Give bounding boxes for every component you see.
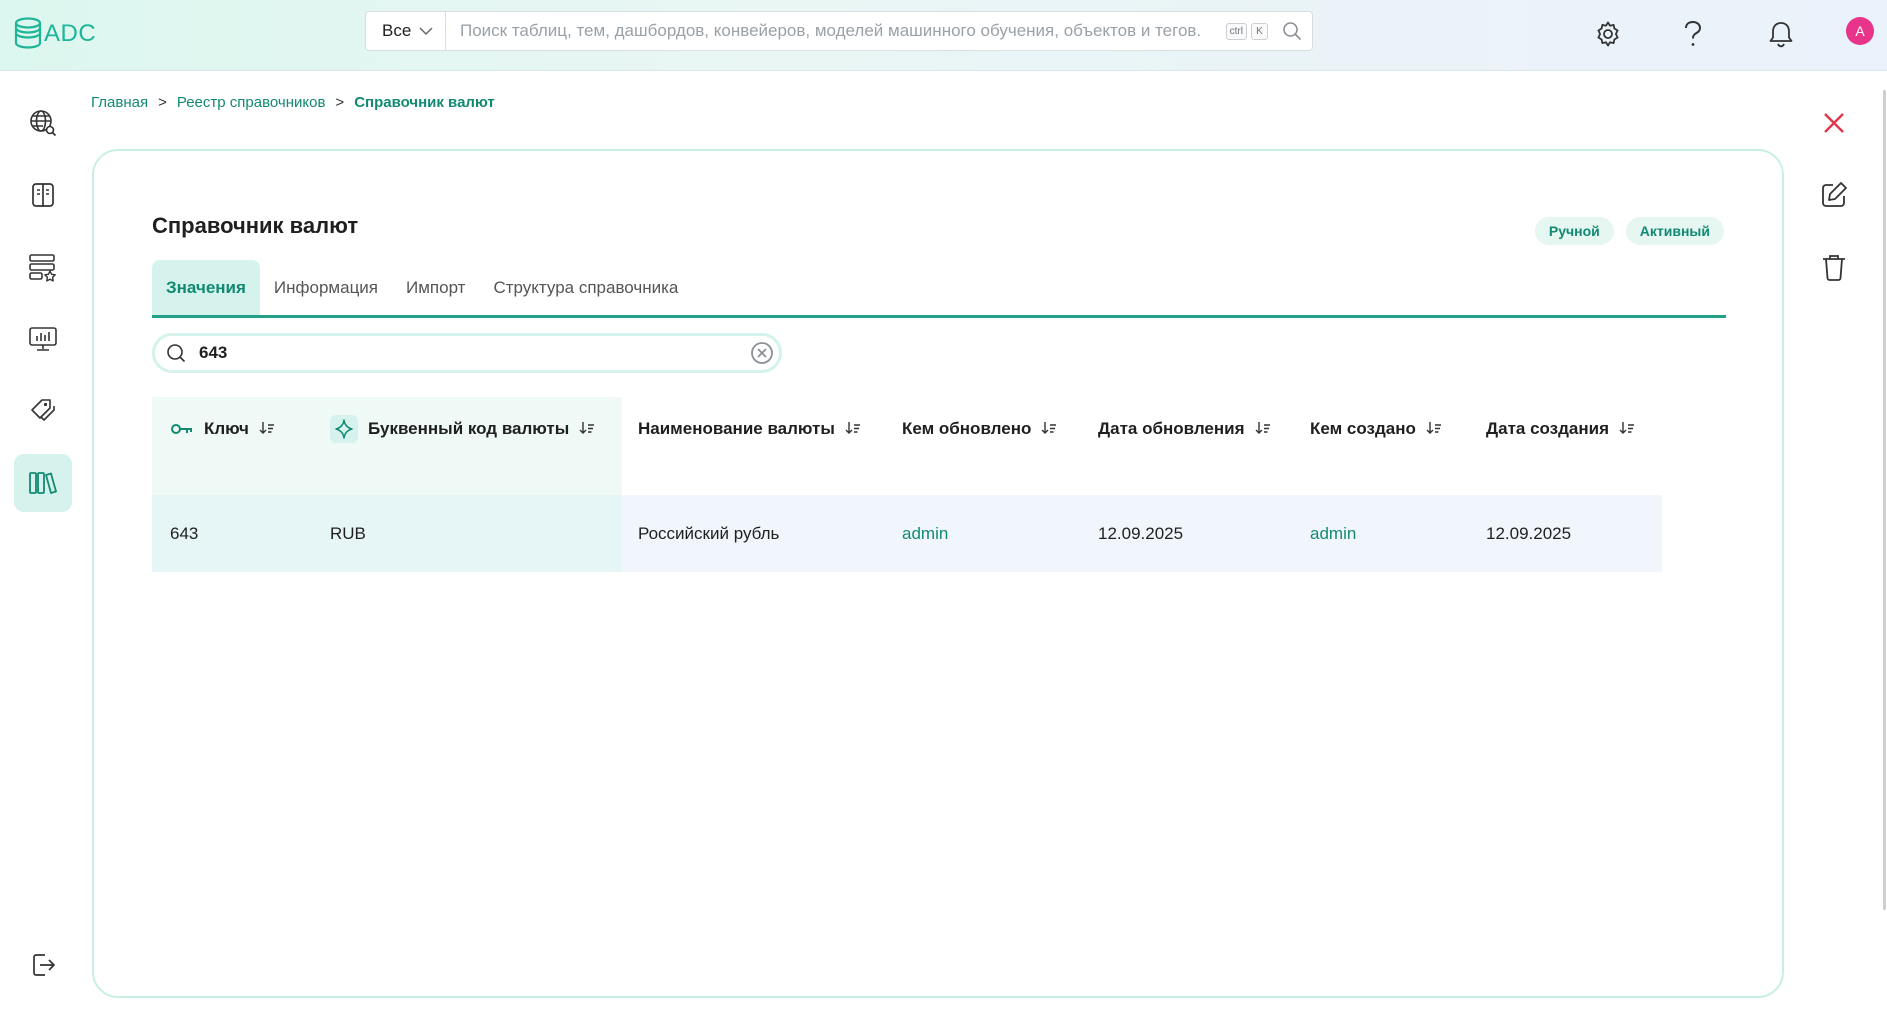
column-label: Ключ (204, 419, 249, 438)
close-button[interactable] (1812, 101, 1856, 145)
breadcrumb-separator: > (335, 94, 345, 111)
sort-icon[interactable] (845, 420, 861, 436)
help-icon (1685, 20, 1702, 46)
badge-status: Активный (1625, 217, 1724, 245)
library-icon (29, 472, 57, 494)
sort-icon[interactable] (1619, 420, 1635, 436)
filter-search-icon-wrap (157, 336, 195, 370)
trash-icon (1823, 255, 1845, 281)
column-label: Кем создано (1310, 419, 1416, 438)
cell-currency-name: Российский рубль (622, 495, 884, 572)
sort-icon[interactable] (1426, 420, 1442, 436)
search-icon (1283, 22, 1302, 41)
tab-bar: Значения Информация Импорт Структура спр… (152, 260, 1726, 318)
column-header-key[interactable]: Ключ (152, 397, 312, 495)
badge-type: Ручной (1534, 217, 1614, 245)
values-filter[interactable]: 643 (152, 333, 782, 373)
clear-filter-button[interactable] (745, 336, 779, 370)
search-button[interactable] (1272, 12, 1312, 50)
table-header: Ключ Буквенный код валюты Наименование в… (152, 397, 1662, 495)
column-label: Наименование валюты (638, 419, 835, 438)
notifications-button[interactable] (1761, 14, 1801, 54)
edit-button[interactable] (1812, 173, 1856, 217)
scrollbar-thumb[interactable] (1883, 90, 1886, 910)
column-header-currency-name[interactable]: Наименование валюты (622, 397, 884, 495)
sidebar (0, 72, 86, 1015)
search-input[interactable] (446, 12, 1226, 50)
tags-icon (31, 399, 55, 421)
tab-information[interactable]: Информация (260, 260, 392, 315)
sidebar-item-data-products[interactable] (14, 238, 72, 296)
sidebar-item-glossary[interactable] (14, 166, 72, 224)
sidebar-item-observability[interactable] (14, 310, 72, 368)
column-header-currency-code[interactable]: Буквенный код валюты (312, 397, 622, 495)
sort-icon[interactable] (579, 420, 595, 436)
search-scope-select[interactable]: Все (366, 12, 446, 50)
column-label: Дата обновления (1098, 419, 1245, 438)
filter-input[interactable]: 643 (195, 343, 745, 363)
column-header-created-by[interactable]: Кем создано (1292, 397, 1468, 495)
globe-search-icon (30, 110, 57, 137)
tab-values[interactable]: Значения (152, 260, 260, 315)
monitor-chart-icon (29, 327, 57, 351)
column-label: Буквенный код валюты (368, 419, 570, 438)
column-header-created-date[interactable]: Дата создания (1468, 397, 1662, 495)
settings-icon (1597, 21, 1619, 47)
column-label: Дата создания (1486, 419, 1610, 438)
chevron-down-icon (419, 27, 433, 36)
cell-created-date: 12.09.2025 (1468, 495, 1662, 572)
cell-key: 643 (152, 495, 312, 572)
database-star-icon (29, 254, 56, 282)
key-icon (170, 419, 194, 439)
app-logo[interactable]: ADC (14, 14, 96, 54)
close-icon (1824, 113, 1844, 133)
shortcut-key-ctrl: ctrl (1225, 22, 1247, 40)
breadcrumb: Главная > Реестр справочников > Справочн… (91, 94, 495, 111)
edit-icon (1822, 182, 1847, 207)
bell-icon (1769, 22, 1793, 48)
tab-structure[interactable]: Структура справочника (479, 260, 692, 315)
page-title: Справочник валют (152, 213, 359, 238)
breadcrumb-separator: > (158, 94, 167, 111)
cell-updated-by-link[interactable]: admin (884, 495, 1080, 572)
sparkle-icon (330, 415, 358, 443)
tab-import[interactable]: Импорт (392, 260, 479, 315)
breadcrumb-home[interactable]: Главная (91, 94, 148, 111)
cell-updated-date: 12.09.2025 (1080, 495, 1292, 572)
book-icon (32, 183, 54, 207)
search-scope-value: Все (382, 21, 412, 40)
search-icon (167, 344, 186, 363)
logo-database-icon (14, 17, 42, 49)
user-avatar[interactable]: A (1846, 17, 1874, 45)
global-search: Все ctrl K (365, 11, 1313, 51)
breadcrumb-current: Справочник валют (354, 94, 495, 111)
reference-book-card: Справочник валют Ручной Активный Значени… (92, 149, 1784, 998)
status-badges: Ручной Активный (1534, 217, 1724, 245)
sort-icon[interactable] (259, 420, 275, 436)
top-bar: ADC Все ctrl K A (0, 0, 1887, 71)
sort-icon[interactable] (1041, 420, 1057, 436)
breadcrumb-registry[interactable]: Реестр справочников (177, 94, 326, 111)
sort-icon[interactable] (1255, 420, 1271, 436)
column-label: Кем обновлено (902, 419, 1032, 438)
values-table: Ключ Буквенный код валюты Наименование в… (152, 397, 1662, 572)
logout-icon (33, 954, 55, 976)
column-header-updated-date[interactable]: Дата обновления (1080, 397, 1292, 495)
help-button[interactable] (1673, 14, 1713, 54)
delete-button[interactable] (1812, 245, 1856, 289)
sidebar-item-reference-books[interactable] (14, 454, 72, 512)
cell-currency-code: RUB (312, 495, 622, 572)
column-header-updated-by[interactable]: Кем обновлено (884, 397, 1080, 495)
sidebar-item-explore[interactable] (14, 94, 72, 152)
clear-circle-icon (751, 342, 773, 364)
settings-button[interactable] (1588, 14, 1628, 54)
logout-button[interactable] (14, 936, 72, 994)
table-row[interactable]: 643 RUB Российский рубль admin 12.09.202… (152, 495, 1662, 572)
logo-text: ADC (44, 20, 97, 47)
sidebar-item-tags[interactable] (14, 382, 72, 440)
shortcut-key-k: K (1251, 22, 1268, 40)
cell-created-by-link[interactable]: admin (1292, 495, 1468, 572)
